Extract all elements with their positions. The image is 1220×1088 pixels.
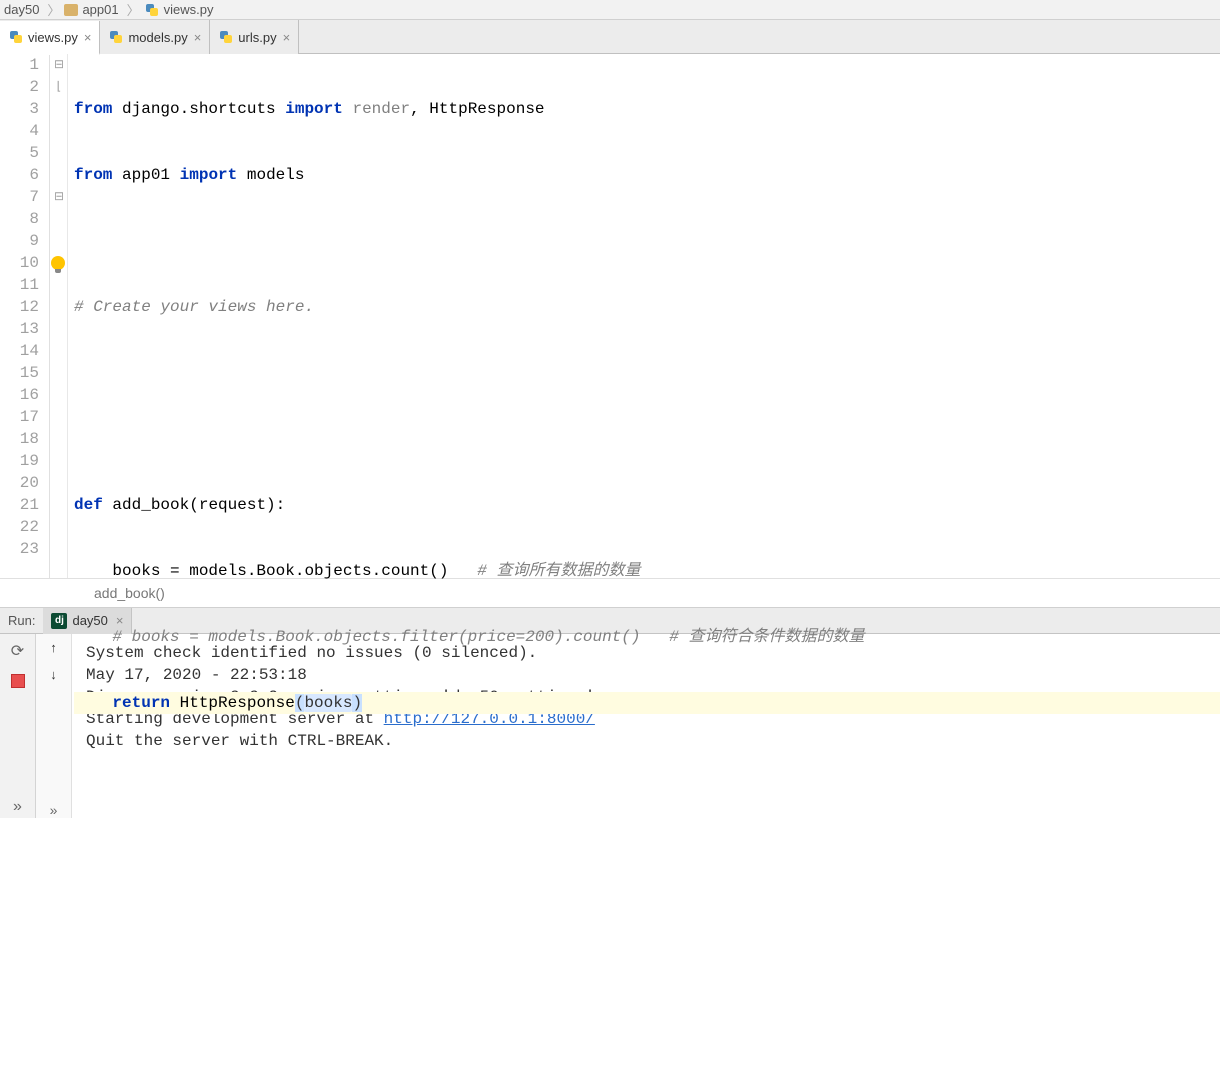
tab-label: urls.py xyxy=(238,30,276,45)
folder-icon xyxy=(64,4,78,16)
django-icon: dj xyxy=(51,613,67,629)
more-icon[interactable]: » xyxy=(50,802,58,818)
line-number-gutter: 1234567891011121314151617181920212223 xyxy=(0,54,50,578)
scroll-down-icon[interactable]: ↓ xyxy=(50,667,57,682)
code-area[interactable]: from django.shortcuts import render, Htt… xyxy=(68,54,1220,578)
scroll-up-icon[interactable]: ↑ xyxy=(50,640,57,655)
console-toolbar-inner: ↑ ↓ » xyxy=(36,634,72,818)
breadcrumb-project[interactable]: day50 xyxy=(4,2,39,17)
python-file-icon xyxy=(8,29,24,45)
fold-region-icon[interactable]: ⌊ xyxy=(53,76,65,98)
close-icon[interactable]: × xyxy=(283,30,291,45)
console-toolbar-left: ⟳ » xyxy=(0,634,36,818)
fold-region-icon[interactable]: ⊟ xyxy=(53,54,65,76)
breadcrumb-sep-icon: 〉 xyxy=(47,0,60,19)
python-file-icon xyxy=(218,29,234,45)
rerun-icon[interactable]: ⟳ xyxy=(7,640,29,662)
python-file-icon xyxy=(144,2,160,18)
close-icon[interactable]: × xyxy=(84,30,92,45)
editor-tabs: views.py × models.py × urls.py × xyxy=(0,20,1220,54)
intention-bulb-icon[interactable] xyxy=(51,256,65,270)
breadcrumb-file-label: views.py xyxy=(164,2,214,17)
breadcrumb-file[interactable]: views.py xyxy=(144,2,214,18)
tab-models[interactable]: models.py × xyxy=(100,20,210,54)
fold-gutter: ⊟ ⌊ ⊟ xyxy=(50,54,68,578)
breadcrumb-project-label: day50 xyxy=(4,2,39,17)
more-icon[interactable]: » xyxy=(7,796,29,818)
breadcrumb-app[interactable]: app01 xyxy=(64,2,118,17)
tab-label: views.py xyxy=(28,30,78,45)
tab-views[interactable]: views.py × xyxy=(0,21,100,55)
fold-region-icon[interactable]: ⊟ xyxy=(53,186,65,208)
code-editor[interactable]: 1234567891011121314151617181920212223 ⊟ … xyxy=(0,54,1220,578)
breadcrumb-sep-icon: 〉 xyxy=(127,0,140,19)
python-file-icon xyxy=(108,29,124,45)
tab-label: models.py xyxy=(128,30,187,45)
run-label: Run: xyxy=(0,613,43,628)
stop-icon[interactable] xyxy=(11,674,25,688)
breadcrumb: day50 〉 app01 〉 views.py xyxy=(0,0,1220,20)
close-icon[interactable]: × xyxy=(194,30,202,45)
breadcrumb-app-label: app01 xyxy=(82,2,118,17)
tab-urls[interactable]: urls.py × xyxy=(210,20,299,54)
